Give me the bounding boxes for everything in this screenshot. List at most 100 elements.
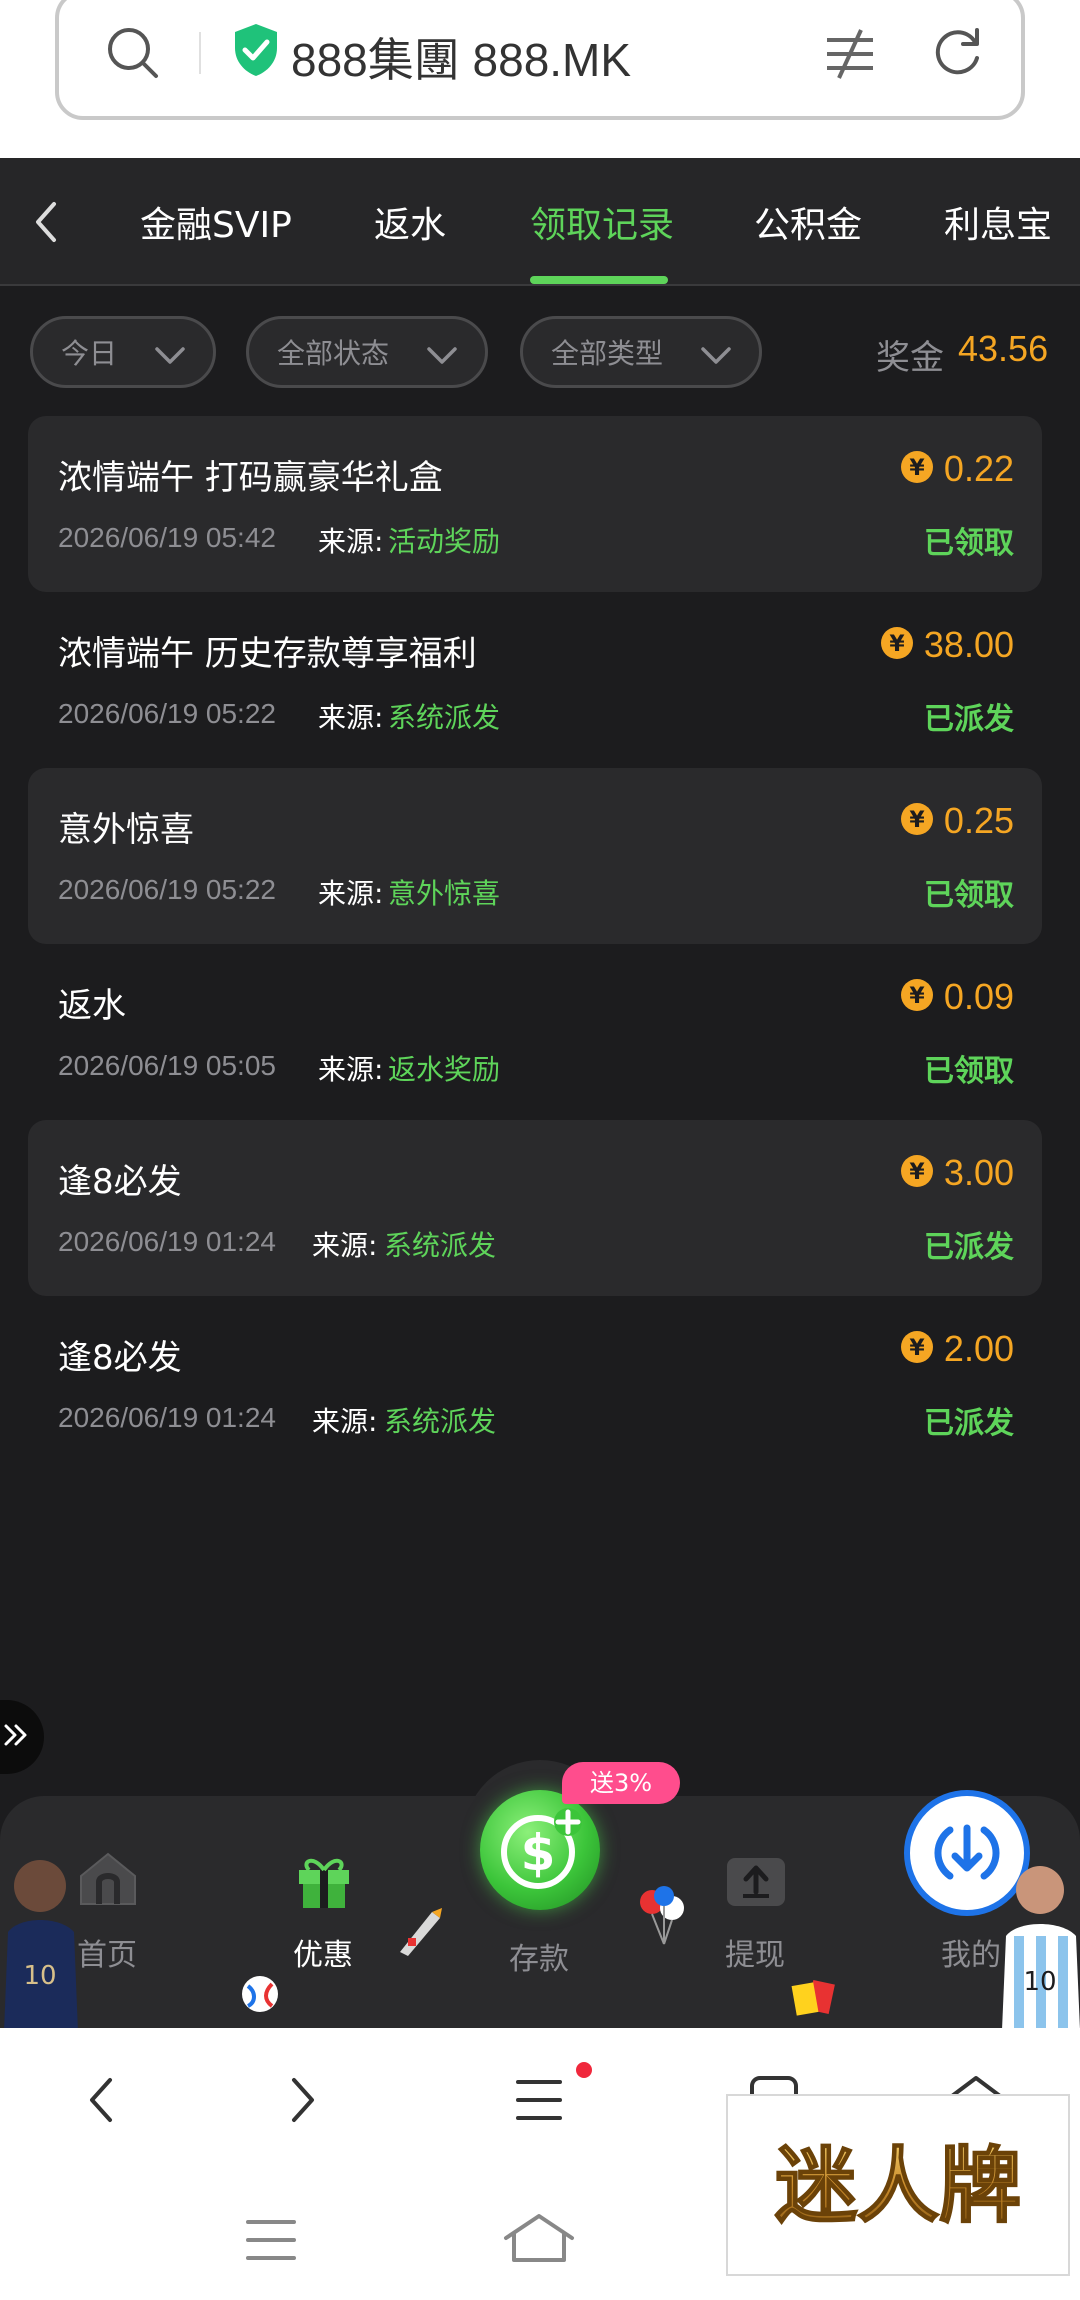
record-amount-value: 3.00 bbox=[943, 1152, 1014, 1193]
coin-icon: ¥ bbox=[880, 626, 914, 664]
record-title: 返水 bbox=[58, 986, 126, 1026]
record-source: 活动奖励 bbox=[388, 525, 501, 558]
svg-text:¥: ¥ bbox=[909, 808, 925, 833]
record-status: 已领取 bbox=[924, 878, 1014, 913]
record-title: 逢8必发 bbox=[58, 1162, 182, 1202]
type-filter-label: 全部类型 bbox=[551, 337, 664, 370]
record-source: 系统派发 bbox=[384, 1229, 497, 1262]
tab-provident-fund[interactable]: 公积金 bbox=[754, 196, 862, 248]
coin-icon: ¥ bbox=[900, 450, 934, 488]
record-source-label: 来源: bbox=[318, 701, 384, 734]
record-amount: ¥ 0.25 bbox=[900, 800, 1014, 842]
record-source-label: 来源: bbox=[318, 1053, 384, 1086]
record-status: 已派发 bbox=[924, 1406, 1014, 1441]
nav-promo-label: 优惠 bbox=[293, 1938, 353, 1973]
balloons-icon bbox=[634, 1884, 694, 1952]
secure-shield-icon bbox=[231, 22, 281, 82]
browser-menu-icon[interactable] bbox=[514, 2078, 564, 2126]
record-date: 2026/06/19 05:05 bbox=[58, 1050, 276, 1081]
record-amount-value: 38.00 bbox=[923, 624, 1014, 665]
type-filter-dropdown[interactable]: 全部类型 bbox=[520, 316, 762, 388]
browser-back-icon[interactable] bbox=[82, 2074, 122, 2130]
browser-forward-icon[interactable] bbox=[282, 2074, 322, 2130]
gift-icon bbox=[291, 1846, 357, 1916]
list-item[interactable]: 浓情端午 历史存款尊享福利 2026/06/19 05:22 来源: 系统派发 … bbox=[28, 592, 1042, 768]
coin-icon: ¥ bbox=[900, 802, 934, 840]
svg-text:¥: ¥ bbox=[909, 456, 925, 481]
address-bar[interactable]: 888集團 888.MK bbox=[55, 0, 1025, 120]
record-date: 2026/06/19 01:24 bbox=[58, 1226, 276, 1257]
coin-icon: ¥ bbox=[900, 1154, 934, 1192]
record-status: 已领取 bbox=[924, 526, 1014, 561]
record-source: 意外惊喜 bbox=[388, 877, 501, 910]
date-filter-dropdown[interactable]: 今日 bbox=[30, 316, 216, 388]
address-divider bbox=[199, 32, 201, 74]
deposit-bonus-badge: 送3% bbox=[562, 1762, 680, 1804]
record-amount-value: 0.22 bbox=[943, 448, 1014, 489]
system-home-icon[interactable] bbox=[502, 2212, 576, 2270]
yellow-red-card-icon bbox=[790, 1978, 836, 2020]
svg-text:10: 10 bbox=[23, 1961, 56, 1991]
withdraw-icon bbox=[723, 1846, 789, 1916]
chevron-down-icon bbox=[699, 341, 733, 374]
reload-icon[interactable] bbox=[929, 24, 987, 86]
status-filter-dropdown[interactable]: 全部状态 bbox=[246, 316, 488, 388]
watermark-text: 迷人牌 bbox=[775, 2139, 1021, 2234]
footballer-left-image: 10 bbox=[0, 1852, 78, 2036]
record-source: 返水奖励 bbox=[388, 1053, 501, 1086]
svg-text:¥: ¥ bbox=[909, 1160, 925, 1185]
record-amount: ¥ 2.00 bbox=[900, 1328, 1014, 1370]
search-icon[interactable] bbox=[104, 24, 162, 86]
url-text[interactable]: 888集團 888.MK bbox=[291, 24, 631, 90]
notification-dot bbox=[576, 2062, 592, 2078]
record-amount-value: 0.09 bbox=[943, 976, 1014, 1017]
record-source-label: 来源: bbox=[312, 1229, 378, 1262]
bonus-total-label: 奖金 bbox=[876, 338, 944, 378]
browser-address-area: 888集團 888.MK bbox=[0, 0, 1080, 158]
tab-rebate[interactable]: 返水 bbox=[374, 196, 446, 248]
record-status: 已领取 bbox=[924, 1054, 1014, 1089]
record-amount: ¥ 3.00 bbox=[900, 1152, 1014, 1194]
nav-deposit-label: 存款 bbox=[509, 1942, 569, 1977]
nav-withdraw-label: 提现 bbox=[725, 1938, 785, 1973]
list-item[interactable]: 返水 2026/06/19 05:05 来源: 返水奖励 ¥ 0.09 已领取 bbox=[28, 944, 1042, 1120]
list-item[interactable]: 逢8必发 2026/06/19 01:24 来源: 系统派发 ¥ 3.00 已派… bbox=[28, 1120, 1042, 1296]
record-date: 2026/06/19 05:22 bbox=[58, 874, 276, 905]
back-arrow-icon[interactable] bbox=[28, 198, 64, 250]
status-filter-label: 全部状态 bbox=[277, 337, 390, 370]
active-tab-indicator bbox=[530, 276, 668, 284]
home-icon bbox=[75, 1846, 141, 1916]
record-amount: ¥ 38.00 bbox=[880, 624, 1014, 666]
reader-filter-icon[interactable] bbox=[821, 24, 881, 88]
record-date: 2026/06/19 05:22 bbox=[58, 698, 276, 729]
watermark-logo-art: 迷人牌 bbox=[774, 2138, 1022, 2235]
record-status: 已派发 bbox=[924, 1230, 1014, 1265]
footballer-right-image: 10 bbox=[1000, 1858, 1080, 2034]
record-source: 系统派发 bbox=[388, 701, 501, 734]
side-expand-button[interactable] bbox=[0, 1700, 44, 1774]
record-title: 逢8必发 bbox=[58, 1338, 182, 1378]
system-menu-icon[interactable] bbox=[244, 2218, 298, 2266]
svg-text:10: 10 bbox=[1023, 1967, 1056, 1997]
tab-interest[interactable]: 利息宝 bbox=[944, 196, 1052, 248]
tab-svip[interactable]: 金融SVIP bbox=[140, 196, 292, 248]
double-chevron-right-icon bbox=[2, 1720, 32, 1754]
record-amount-value: 0.25 bbox=[943, 800, 1014, 841]
filter-bar: 今日 全部状态 全部类型 奖金 43.56 bbox=[0, 286, 1080, 416]
watermark-logo: 迷人牌 bbox=[726, 2094, 1070, 2276]
record-date: 2026/06/19 05:42 bbox=[58, 522, 276, 553]
deposit-button[interactable]: $ bbox=[480, 1790, 600, 1910]
record-title: 浓情端午 打码赢豪华礼盒 bbox=[58, 458, 443, 498]
record-source-label: 来源: bbox=[318, 525, 384, 558]
list-item[interactable]: 浓情端午 打码赢豪华礼盒 2026/06/19 05:42 来源: 活动奖励 ¥… bbox=[28, 416, 1042, 592]
svg-text:¥: ¥ bbox=[909, 984, 925, 1009]
list-item[interactable]: 逢8必发 2026/06/19 01:24 来源: 系统派发 ¥ 2.00 已派… bbox=[28, 1296, 1042, 1472]
svg-text:$: $ bbox=[521, 1824, 556, 1882]
record-amount: ¥ 0.09 bbox=[900, 976, 1014, 1018]
chevron-down-icon bbox=[153, 341, 187, 374]
list-item[interactable]: 意外惊喜 2026/06/19 05:22 来源: 意外惊喜 ¥ 0.25 已领… bbox=[28, 768, 1042, 944]
vuvuzela-icon bbox=[394, 1904, 444, 1962]
record-date: 2026/06/19 01:24 bbox=[58, 1402, 276, 1433]
dollar-plus-icon: $ bbox=[494, 1804, 586, 1900]
tab-claim-records[interactable]: 领取记录 bbox=[530, 196, 674, 248]
